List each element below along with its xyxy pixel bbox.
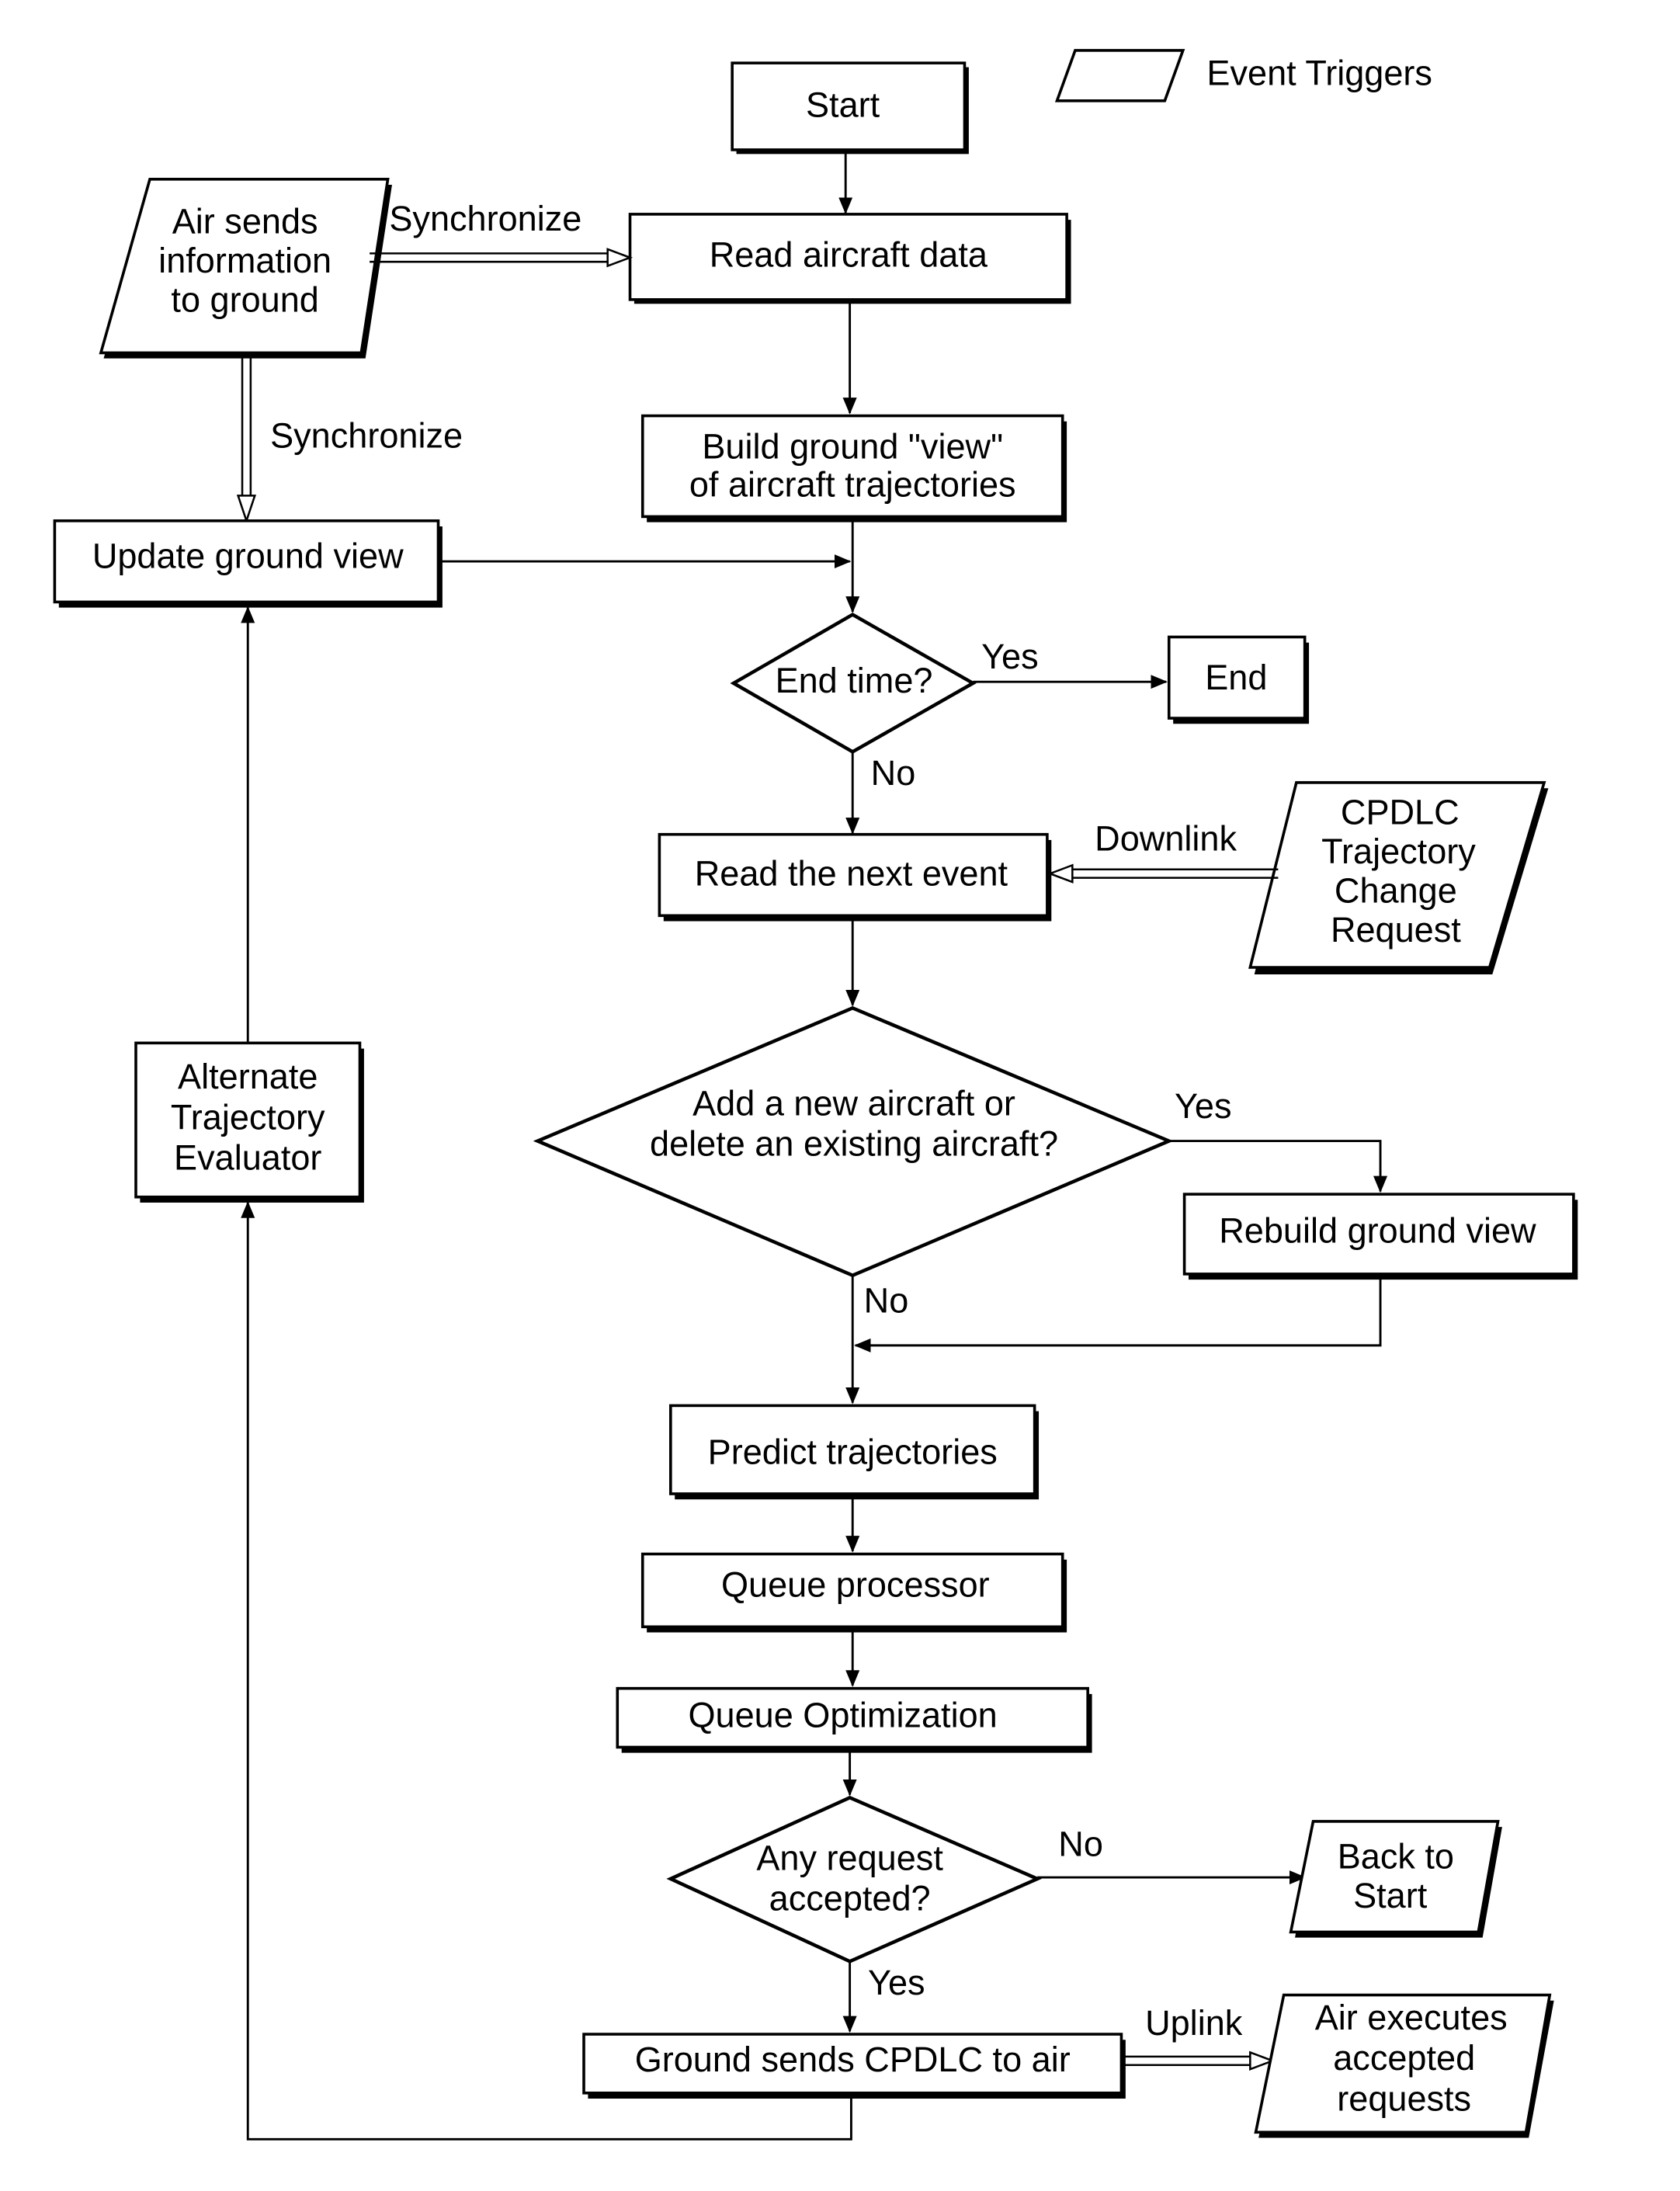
add-delete-line: delete an existing aircraft? — [650, 1124, 1058, 1164]
add-delete-line: Add a new aircraft or — [692, 1083, 1015, 1123]
alt-evaluator-node: Alternate Trajectory Evaluator — [134, 1041, 364, 1203]
rebuild-node: Rebuild ground view — [1182, 1193, 1578, 1280]
read-next-label: Read the next event — [695, 854, 1008, 894]
build-view-line: of aircraft trajectories — [689, 464, 1016, 504]
yes-label-1: Yes — [981, 637, 1039, 676]
air-sends-line: Air sends — [172, 201, 318, 241]
read-aircraft-node: Read aircraft data — [628, 213, 1071, 304]
alt-evaluator-line: Alternate — [178, 1057, 318, 1096]
queue-optimization-label: Queue Optimization — [688, 1695, 997, 1734]
legend-label: Event Triggers — [1206, 53, 1432, 92]
air-sends-node: Air sends information to ground — [99, 178, 392, 359]
queue-processor-label: Queue processor — [721, 1565, 990, 1605]
legend: Event Triggers — [1054, 49, 1432, 102]
edge-uplink — [1124, 2050, 1276, 2071]
cpdlc-request-line: CPDLC — [1341, 792, 1460, 832]
end-node: End — [1167, 635, 1310, 724]
edge-sync-to-update — [236, 356, 257, 524]
flowchart: Event Triggers Start Read aircraft data … — [53, 49, 1578, 2141]
add-delete-decision: Add a new aircraft or delete an existing… — [533, 1005, 1174, 1278]
predict-node: Predict trajectories — [669, 1404, 1040, 1500]
cpdlc-request-node: CPDLC Trajectory Change Request — [1248, 781, 1549, 975]
edge-rebuild-merge — [854, 1276, 1382, 1352]
no-label-2: No — [864, 1281, 909, 1321]
parallelogram-icon — [1054, 49, 1185, 102]
read-next-node: Read the next event — [658, 832, 1052, 922]
air-sends-line: information — [158, 241, 331, 280]
build-view-node: Build ground "view" of aircraft trajecto… — [640, 414, 1067, 523]
no-label-1: No — [871, 753, 916, 793]
end-label: End — [1205, 658, 1267, 697]
start-node: Start — [731, 61, 969, 155]
back-to-start-node: Back to Start — [1289, 1820, 1502, 1938]
any-request-line: accepted? — [769, 1879, 931, 1918]
back-to-start-line: Back to — [1338, 1837, 1454, 1877]
uplink-label: Uplink — [1145, 2003, 1243, 2043]
downlink-label: Downlink — [1095, 819, 1237, 859]
cpdlc-request-line: Request — [1331, 910, 1461, 950]
alt-evaluator-line: Trajectory — [171, 1097, 325, 1137]
yes-label-2: Yes — [1175, 1086, 1232, 1126]
queue-processor-node: Queue processor — [640, 1552, 1067, 1633]
air-sends-line: to ground — [171, 280, 318, 319]
end-time-label: End time? — [776, 661, 933, 700]
edge-ground-alt — [241, 1201, 852, 2141]
no-label-3: No — [1058, 1824, 1103, 1863]
sync-label-1: Synchronize — [389, 199, 581, 238]
alt-evaluator-line: Evaluator — [174, 1138, 321, 1178]
predict-label: Predict trajectories — [708, 1432, 998, 1471]
edge-add-rebuild — [1168, 1140, 1388, 1193]
yes-label-3: Yes — [868, 1963, 925, 2002]
edge-sync-to-read — [370, 248, 633, 268]
ground-sends-label: Ground sends CPDLC to air — [635, 2040, 1071, 2079]
read-aircraft-label: Read aircraft data — [710, 235, 988, 275]
any-request-line: Any request — [756, 1838, 943, 1877]
ground-sends-node: Ground sends CPDLC to air — [582, 2033, 1126, 2099]
queue-optimization-node: Queue Optimization — [616, 1686, 1092, 1753]
air-executes-line: Air executes — [1315, 1998, 1508, 2037]
rebuild-label: Rebuild ground view — [1219, 1211, 1536, 1251]
cpdlc-request-line: Change — [1335, 870, 1457, 910]
update-view-node: Update ground view — [53, 519, 443, 608]
cpdlc-request-line: Trajectory — [1321, 832, 1476, 871]
air-executes-line: accepted — [1333, 2038, 1475, 2078]
start-label: Start — [806, 85, 880, 125]
edge-downlink — [1047, 863, 1279, 884]
air-executes-node: Air executes accepted requests — [1254, 1993, 1554, 2138]
any-request-decision: Any request accepted? — [666, 1795, 1042, 1964]
air-executes-line: requests — [1337, 2079, 1471, 2119]
build-view-line: Build ground "view" — [702, 427, 1003, 467]
back-to-start-line: Start — [1353, 1876, 1428, 1915]
update-view-label: Update ground view — [92, 536, 404, 575]
end-time-decision: End time? — [730, 613, 977, 754]
sync-label-2: Synchronize — [270, 415, 463, 455]
